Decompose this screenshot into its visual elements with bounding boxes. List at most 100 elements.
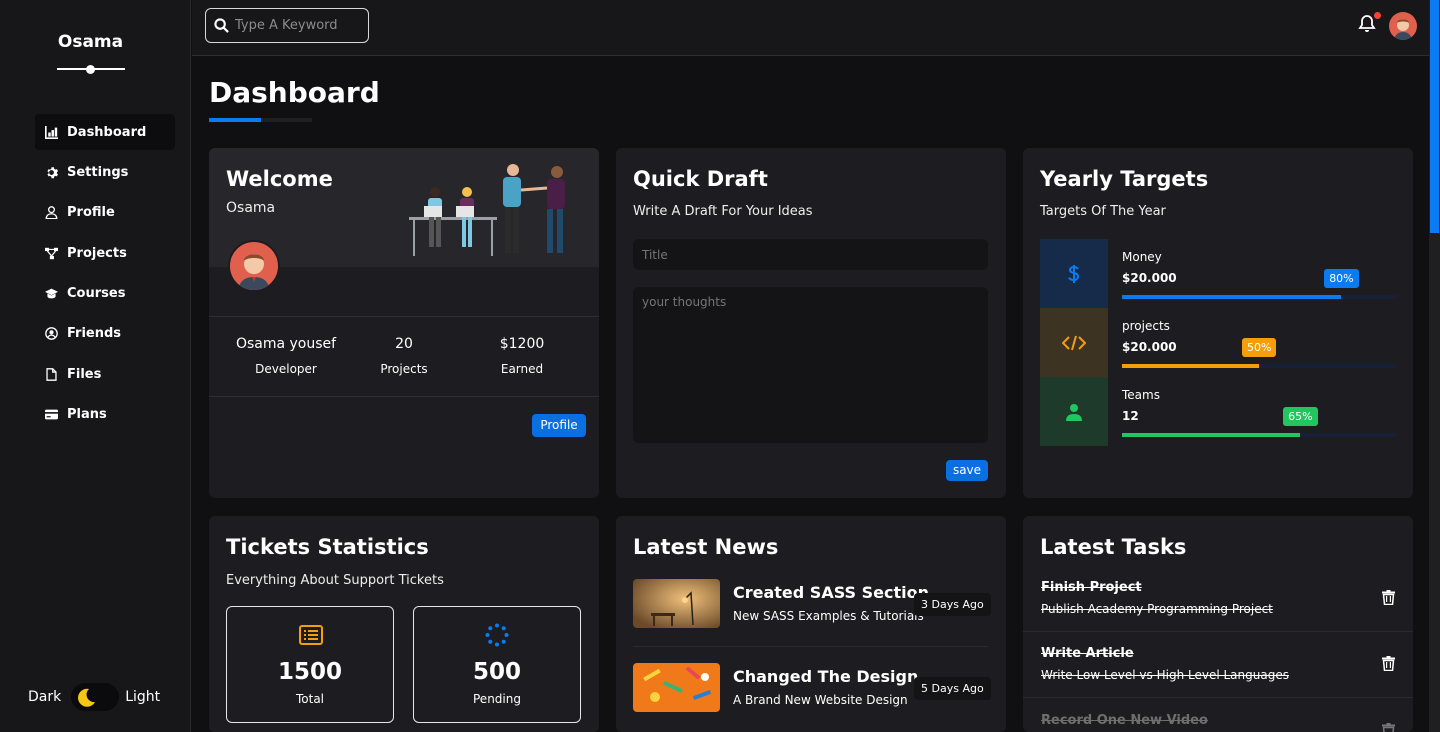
avatar-image [238, 254, 270, 290]
target-value: $20.000 [1122, 271, 1177, 285]
welcome-title: Welcome [226, 167, 333, 191]
search-input[interactable] [235, 18, 355, 33]
target-progress-fill [1122, 433, 1301, 437]
sidebar-item-label: Settings [67, 164, 129, 180]
welcome-stat-earned: $1200 Earned [467, 336, 577, 376]
news-item-date: 3 Days Ago [914, 593, 991, 616]
divider [209, 316, 599, 317]
target-progress-fill [1122, 364, 1259, 368]
task-title[interactable]: Finish Project [1041, 580, 1142, 595]
task-title[interactable]: Write Article [1041, 646, 1134, 661]
gear-icon [47, 167, 58, 179]
target-progress-track [1122, 433, 1396, 437]
sidebar-nav: Dashboard Settings Profile Projects Cour… [35, 114, 175, 437]
search-icon [214, 18, 229, 33]
scrollbar-thumb[interactable] [1430, 0, 1439, 233]
ticket-count: 1500 [277, 659, 342, 685]
draft-body-input[interactable] [633, 287, 988, 443]
chart-icon [45, 125, 58, 139]
graduation-cap-icon [45, 288, 58, 299]
profile-button[interactable]: Profile [532, 414, 586, 437]
brand-name: Osama [57, 32, 124, 52]
ticket-label: Total [295, 692, 325, 706]
sidebar-item-friends[interactable]: Friends [35, 316, 175, 352]
avatar [228, 240, 280, 292]
stat-label: Developer [255, 362, 317, 376]
target-progress-track [1122, 295, 1396, 299]
ticket-count: 500 [472, 659, 521, 685]
target-progress-track [1122, 364, 1396, 368]
target-percent-badge: 80% [1324, 269, 1359, 288]
news-thumbnail[interactable] [633, 663, 720, 712]
target-percent-badge: 65% [1283, 407, 1318, 426]
welcome-subtitle: Osama [226, 200, 276, 216]
target-percent-badge: 50% [1242, 338, 1277, 357]
sidebar-item-settings[interactable]: Settings [35, 154, 175, 190]
moon-icon [78, 688, 96, 707]
brand-divider-dot [86, 65, 95, 74]
theme-toggle[interactable] [71, 683, 120, 711]
draft-title-input[interactable] [633, 239, 988, 270]
latest-news-card: Latest News Created SASS Section New SAS… [616, 516, 1006, 732]
quick-draft-card: Quick Draft Write A Draft For Your Ideas… [616, 148, 1006, 498]
sidebar: Osama Dashboard Settings Profile Project… [0, 0, 191, 732]
team-illustration [409, 164, 565, 256]
save-button[interactable]: save [946, 460, 988, 481]
stat-value: 20 [395, 336, 413, 352]
target-money-icon-box [1040, 239, 1108, 308]
scrollbar[interactable] [1429, 0, 1440, 732]
news-thumbnail[interactable] [633, 579, 720, 628]
list-icon [299, 625, 323, 645]
trash-icon[interactable] [1382, 656, 1395, 671]
theme-switcher: Dark Light [28, 683, 160, 711]
sidebar-item-courses[interactable]: Courses [35, 276, 175, 312]
file-icon [46, 368, 57, 381]
news-item-title[interactable]: Created SASS Section [733, 583, 929, 602]
sidebar-item-files[interactable]: Files [35, 356, 175, 392]
sidebar-item-label: Courses [67, 286, 126, 302]
ticket-label: Pending [473, 692, 521, 706]
diagram-icon [45, 247, 58, 259]
sidebar-item-label: Friends [67, 326, 122, 342]
news-item-title[interactable]: Changed The Design [733, 667, 918, 686]
stat-value: Osama yousef [235, 336, 337, 352]
page-title: Dashboard [209, 76, 380, 109]
target-projects-icon-box [1040, 308, 1108, 377]
avatar-image [1394, 19, 1412, 40]
search-box[interactable] [205, 8, 369, 43]
news-image [633, 663, 720, 712]
tickets-title: Tickets Statistics [226, 535, 429, 559]
stat-label: Earned [500, 362, 544, 376]
task-desc: Write Low Level vs High Level Languages [1041, 668, 1289, 682]
credit-card-icon [45, 409, 58, 420]
sidebar-item-profile[interactable]: Profile [35, 195, 175, 231]
draft-subtitle: Write A Draft For Your Ideas [633, 204, 813, 219]
notification-dot [1374, 12, 1381, 19]
tickets-subtitle: Everything About Support Tickets [226, 573, 444, 588]
task-title[interactable]: Record One New Video [1041, 713, 1208, 728]
draft-title: Quick Draft [633, 167, 768, 191]
sidebar-item-label: Plans [67, 407, 107, 423]
news-image [633, 579, 720, 628]
user-icon [1066, 403, 1082, 421]
trash-icon[interactable] [1382, 723, 1395, 732]
avatar[interactable] [1389, 12, 1417, 40]
divider [633, 646, 988, 647]
trash-icon[interactable] [1382, 590, 1395, 605]
sidebar-item-projects[interactable]: Projects [35, 235, 175, 271]
news-title: Latest News [633, 535, 779, 559]
ticket-stat-pending: 500 Pending [413, 606, 581, 723]
targets-title: Yearly Targets [1040, 167, 1209, 191]
ticket-stat-total: 1500 Total [226, 606, 394, 723]
sidebar-item-label: Projects [67, 245, 127, 261]
news-item-desc: New SASS Examples & Tutorials [733, 609, 924, 623]
yearly-targets-card: Yearly Targets Targets Of The Year Money… [1023, 148, 1413, 498]
code-icon [1062, 335, 1086, 350]
sidebar-item-dashboard[interactable]: Dashboard [35, 114, 175, 150]
theme-dark-label: Dark [28, 689, 62, 705]
tasks-title: Latest Tasks [1040, 535, 1187, 559]
bell-icon[interactable] [1358, 14, 1376, 34]
sidebar-item-label: Dashboard [67, 124, 147, 140]
sidebar-item-plans[interactable]: Plans [35, 397, 175, 433]
target-label: Money [1122, 250, 1162, 264]
